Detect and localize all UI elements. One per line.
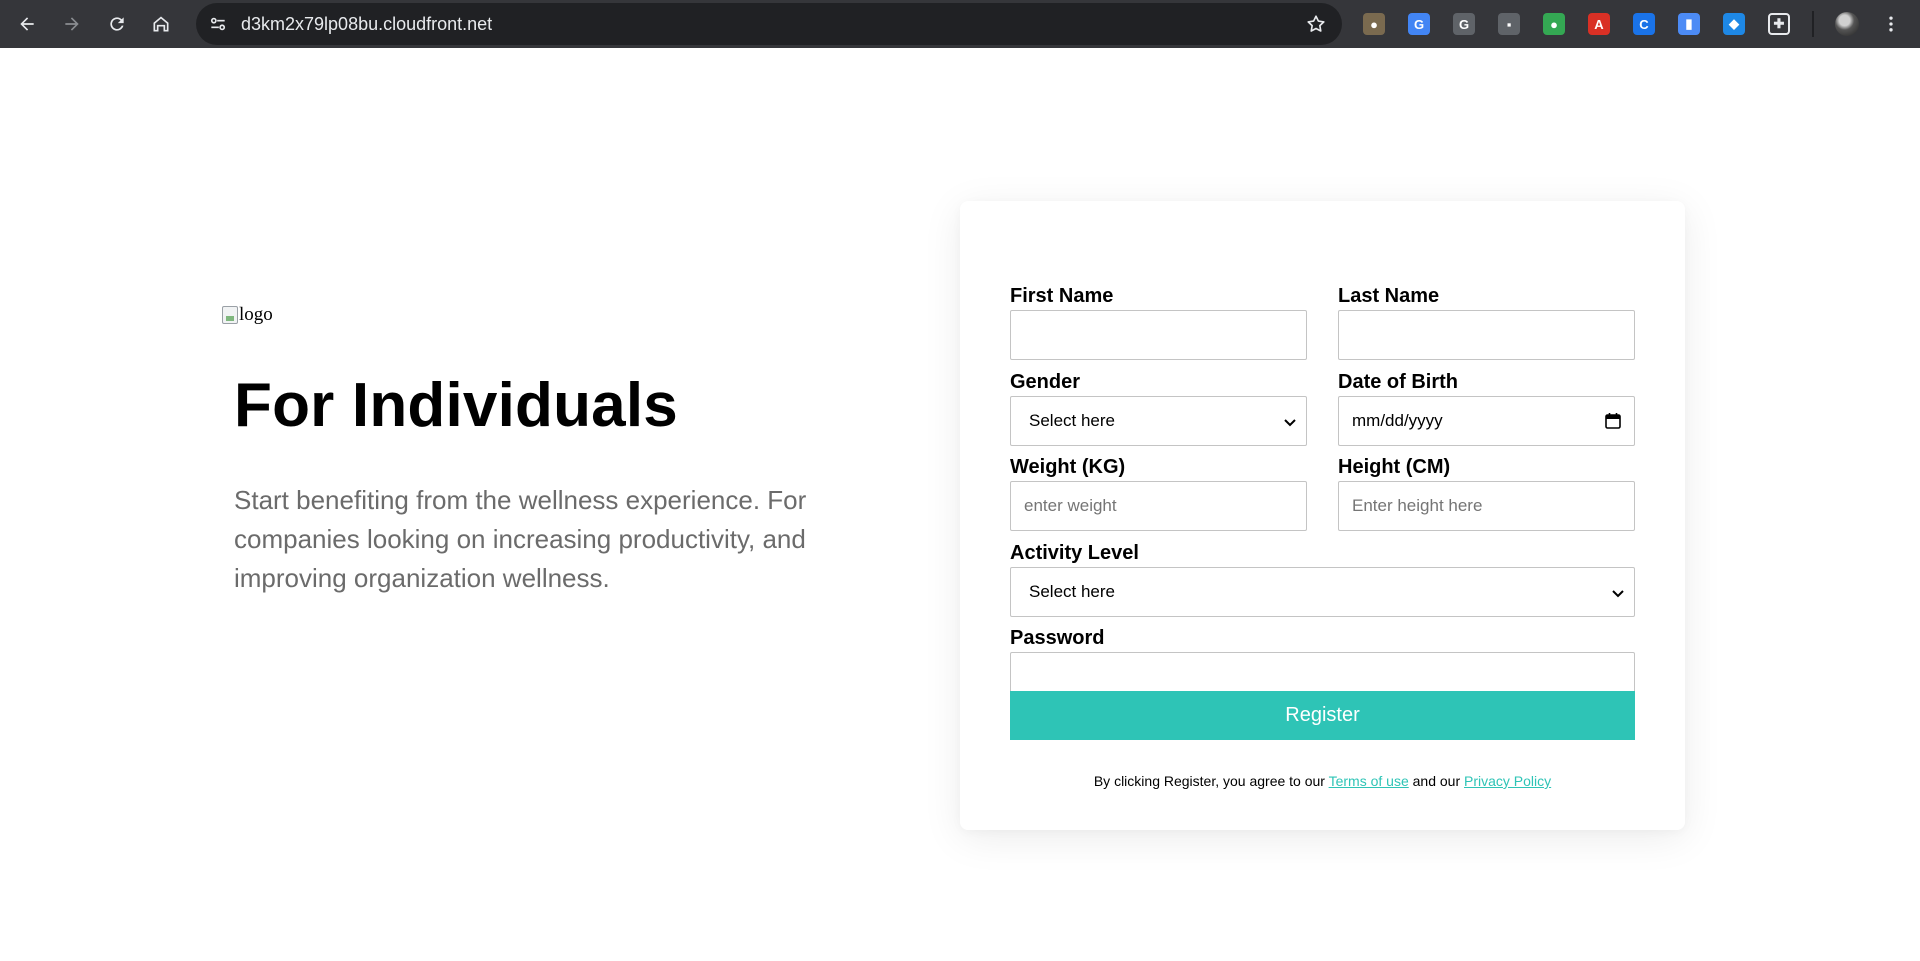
height-input[interactable] xyxy=(1339,482,1634,530)
height-field[interactable] xyxy=(1338,481,1635,531)
forward-arrow-icon xyxy=(65,17,79,31)
adobe-pdf-extension-icon-glyph: A xyxy=(1588,13,1610,35)
height-label: Height (CM) xyxy=(1338,456,1451,478)
dob-date-field[interactable]: mm/dd/yyyy xyxy=(1338,396,1635,446)
last-name-label: Last Name xyxy=(1338,285,1440,307)
robot-extension-icon[interactable]: ▪ xyxy=(1493,8,1525,40)
register-button[interactable]: Register xyxy=(1010,691,1635,740)
bookmark-star-icon[interactable] xyxy=(1304,12,1328,36)
weight-field[interactable] xyxy=(1010,481,1307,531)
more-menu-icon[interactable] xyxy=(1875,8,1907,40)
register-form-card: First Name Last Name Gender Select here … xyxy=(960,201,1685,830)
first-name-input[interactable] xyxy=(1011,311,1306,359)
url-text[interactable]: d3km2x79lp08bu.cloudfront.net xyxy=(241,3,492,45)
extensions-puzzle-icon-glyph: ✚ xyxy=(1768,13,1790,35)
document-extension-icon-glyph: ▮ xyxy=(1678,13,1700,35)
last-name-input[interactable] xyxy=(1339,311,1634,359)
logo-alt-text: logo xyxy=(239,304,273,325)
chevron-down-icon xyxy=(1284,419,1296,427)
adobe-pdf-extension-icon[interactable]: A xyxy=(1583,8,1615,40)
agree-prefix-text: By clicking Register, you agree to our xyxy=(1093,773,1329,789)
gender-select[interactable]: Select here xyxy=(1010,396,1307,446)
c-extension-icon-glyph: C xyxy=(1633,13,1655,35)
activity-level-label: Activity Level xyxy=(1010,542,1139,564)
gem-extension-icon-glyph: ◆ xyxy=(1723,13,1745,35)
dob-label: Date of Birth xyxy=(1338,371,1458,393)
terms-of-use-link[interactable]: Terms of use xyxy=(1329,773,1409,789)
activity-level-select[interactable]: Select here xyxy=(1010,567,1635,617)
first-name-label: First Name xyxy=(1010,285,1114,307)
document-extension-icon[interactable]: ▮ xyxy=(1673,8,1705,40)
grammarly-extension-icon-glyph: G xyxy=(1453,13,1475,35)
c-extension-icon[interactable]: C xyxy=(1628,8,1660,40)
robot-extension-icon-glyph: ▪ xyxy=(1498,13,1520,35)
password-label: Password xyxy=(1010,627,1105,649)
gender-label: Gender xyxy=(1010,371,1081,393)
home-icon xyxy=(153,16,169,32)
home-button[interactable] xyxy=(143,6,179,42)
site-info-icon[interactable] xyxy=(206,12,230,36)
owl-extension-icon[interactable]: ● xyxy=(1358,8,1390,40)
browser-toolbar: d3km2x79lp08bu.cloudfront.net ● G G ▪ ● A C ▮ ◆ ✚ xyxy=(0,0,1920,48)
weight-input[interactable] xyxy=(1011,482,1306,530)
chevron-down-icon xyxy=(1612,590,1624,598)
owl-extension-icon-glyph: ● xyxy=(1363,13,1385,35)
hero-description: Start benefiting from the wellness exper… xyxy=(234,485,807,593)
calendar-icon[interactable] xyxy=(1604,412,1622,430)
page-title: For Individuals xyxy=(234,371,678,440)
google-translate-extension-icon[interactable]: G xyxy=(1403,8,1435,40)
gender-selected-value: Select here xyxy=(1029,411,1115,430)
back-button[interactable] xyxy=(9,6,45,42)
toolbar-divider xyxy=(1812,11,1814,37)
colorful-extension-icon-glyph: ● xyxy=(1543,13,1565,35)
back-arrow-icon xyxy=(20,17,34,31)
gem-extension-icon[interactable]: ◆ xyxy=(1718,8,1750,40)
last-name-field[interactable] xyxy=(1338,310,1635,360)
address-bar[interactable]: d3km2x79lp08bu.cloudfront.net xyxy=(196,3,1342,45)
reload-icon xyxy=(110,17,124,31)
privacy-policy-link[interactable]: Privacy Policy xyxy=(1464,773,1551,789)
dob-placeholder: mm/dd/yyyy xyxy=(1352,411,1443,430)
terms-agreement-text: By clicking Register, you agree to our T… xyxy=(960,773,1685,789)
page-content: logo For Individuals Start benefiting fr… xyxy=(0,48,1920,961)
colorful-extension-icon[interactable]: ● xyxy=(1538,8,1570,40)
broken-image-icon xyxy=(222,306,238,324)
first-name-field[interactable] xyxy=(1010,310,1307,360)
grammarly-extension-icon[interactable]: G xyxy=(1448,8,1480,40)
agree-middle-text: and our xyxy=(1408,773,1465,789)
activity-selected-value: Select here xyxy=(1029,582,1115,601)
weight-label: Weight (KG) xyxy=(1010,456,1126,478)
forward-button[interactable] xyxy=(54,6,90,42)
extensions-puzzle-icon[interactable]: ✚ xyxy=(1763,8,1795,40)
google-translate-extension-icon-glyph: G xyxy=(1408,13,1430,35)
profile-avatar[interactable] xyxy=(1831,8,1863,40)
logo-image: logo xyxy=(222,304,273,326)
reload-button[interactable] xyxy=(99,6,135,42)
